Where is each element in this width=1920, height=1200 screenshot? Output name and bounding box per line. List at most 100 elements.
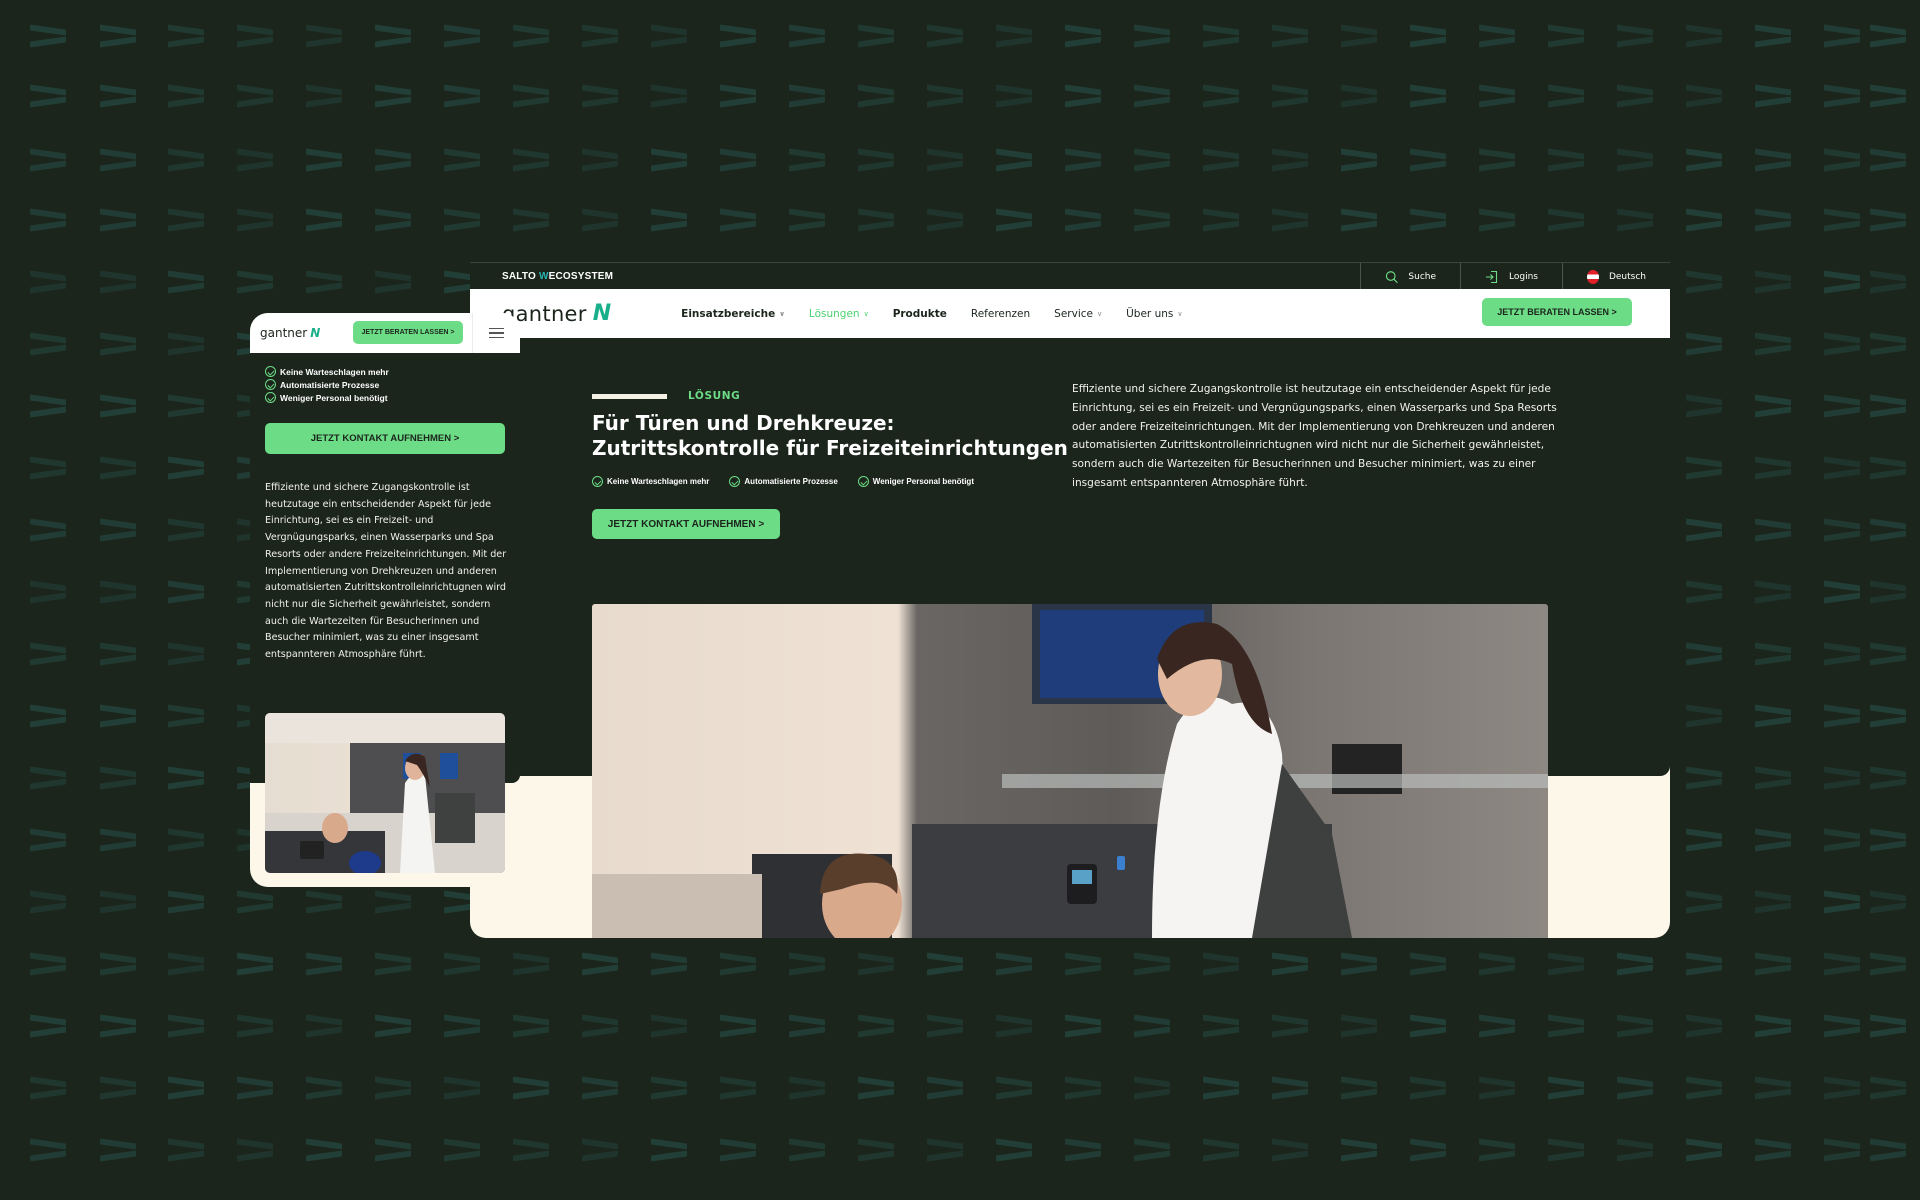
chevron-pattern-icon [789, 1076, 825, 1100]
chevron-pattern-icon [1617, 1076, 1653, 1100]
chevron-pattern-icon [582, 1076, 618, 1100]
contact-button[interactable]: JETZT KONTAKT AUFNEHMEN > [592, 509, 780, 539]
chevron-pattern-icon [237, 1014, 273, 1038]
chevron-pattern-icon [1617, 952, 1653, 976]
consultation-button[interactable]: JETZT BERATEN LASSEN > [1482, 298, 1632, 326]
chevron-pattern-icon [582, 84, 618, 108]
chevron-pattern-icon [168, 1076, 204, 1100]
chevron-down-icon: ∨ [1177, 309, 1183, 318]
chevron-pattern-icon [651, 1014, 687, 1038]
chevron-pattern-icon [996, 952, 1032, 976]
ecosystem-suffix: ECOSYSTEM [548, 270, 614, 282]
chevron-pattern-icon [1755, 332, 1791, 356]
chevron-pattern-icon [858, 208, 894, 232]
nav-item-einsatzbereiche[interactable]: Einsatzbereiche ∨ [669, 308, 797, 320]
chevron-pattern-icon [375, 270, 411, 294]
chevron-pattern-icon [100, 642, 136, 666]
chevron-pattern-icon [789, 148, 825, 172]
chevron-pattern-icon [100, 766, 136, 790]
nav-item-label: Referenzen [970, 307, 1031, 320]
nav-item-label: Produkte [892, 307, 947, 320]
chevron-pattern-icon [100, 952, 136, 976]
chevron-pattern-icon [582, 1138, 618, 1162]
hamburger-menu-icon[interactable] [472, 313, 520, 353]
check-circle-icon [729, 476, 741, 487]
mobile-consultation-button[interactable]: JETZT BERATEN LASSEN > [353, 321, 463, 344]
mobile-gantner-logo[interactable]: gantner N [260, 326, 320, 340]
nav-item-service[interactable]: Service ∨ [1042, 308, 1114, 320]
page-title: Für Türen und Drehkreuze: Zutrittskontro… [592, 411, 1068, 460]
chevron-pattern-icon [996, 84, 1032, 108]
chevron-pattern-icon [1870, 208, 1906, 232]
chevron-pattern-icon [30, 952, 66, 976]
chevron-pattern-icon [30, 394, 66, 418]
benefit-item: Weniger Personal benötigt [857, 476, 974, 487]
chevron-pattern-icon [1824, 270, 1860, 294]
chevron-pattern-icon [237, 148, 273, 172]
logins-button[interactable]: Logins [1460, 263, 1562, 290]
nav-item-über-uns[interactable]: Über uns ∨ [1114, 308, 1194, 320]
chevron-pattern-icon [1341, 952, 1377, 976]
chevron-pattern-icon [1870, 642, 1906, 666]
chevron-pattern-icon [306, 952, 342, 976]
chevron-pattern-icon [168, 766, 204, 790]
salto-ecosystem-link[interactable]: SALTO WECOSYSTEM [502, 271, 613, 282]
chevron-pattern-icon [30, 828, 66, 852]
chevron-pattern-icon [582, 24, 618, 48]
chevron-pattern-icon [1755, 394, 1791, 418]
language-selector[interactable]: Deutsch [1562, 263, 1670, 290]
chevron-pattern-icon [858, 1138, 894, 1162]
chevron-pattern-icon [1548, 84, 1584, 108]
chevron-pattern-icon [237, 1076, 273, 1100]
benefit-item: Automatisierte Prozesse [265, 379, 389, 390]
chevron-pattern-icon [1755, 1014, 1791, 1038]
chevron-pattern-icon [1548, 148, 1584, 172]
chevron-pattern-icon [927, 84, 963, 108]
chevron-pattern-icon [1755, 24, 1791, 48]
chevron-pattern-icon [237, 84, 273, 108]
chevron-pattern-icon [100, 580, 136, 604]
chevron-pattern-icon [996, 148, 1032, 172]
intro-paragraph: Effiziente und sichere Zugangskontrolle … [1072, 383, 1557, 489]
chevron-pattern-icon [375, 952, 411, 976]
chevron-pattern-icon [1548, 24, 1584, 48]
chevron-pattern-icon [1065, 952, 1101, 976]
chevron-pattern-icon [1617, 148, 1653, 172]
chevron-pattern-icon [858, 952, 894, 976]
mobile-hero-photo [265, 713, 505, 873]
chevron-pattern-icon [1134, 952, 1170, 976]
chevron-pattern-icon [1548, 208, 1584, 232]
chevron-pattern-icon [513, 24, 549, 48]
chevron-pattern-icon [1870, 580, 1906, 604]
chevron-pattern-icon [444, 84, 480, 108]
chevron-pattern-icon [1870, 456, 1906, 480]
chevron-pattern-icon [375, 24, 411, 48]
chevron-pattern-icon [30, 270, 66, 294]
benefit-item: Keine Warteschlagen mehr [592, 476, 709, 487]
logo-n-icon: N [592, 301, 612, 326]
benefit-label: Keine Warteschlagen mehr [607, 477, 710, 486]
chevron-pattern-icon [651, 208, 687, 232]
chevron-pattern-icon [1410, 1076, 1446, 1100]
chevron-pattern-icon [1824, 1138, 1860, 1162]
chevron-pattern-icon [1134, 24, 1170, 48]
chevron-pattern-icon [513, 952, 549, 976]
chevron-pattern-icon [1824, 642, 1860, 666]
chevron-pattern-icon [444, 148, 480, 172]
search-button[interactable]: Suche [1360, 263, 1460, 290]
check-circle-icon [265, 379, 276, 390]
mobile-logo-wordmark: gantner [260, 326, 308, 340]
chevron-pattern-icon [582, 1014, 618, 1038]
nav-item-lösungen[interactable]: Lösungen ∨ [797, 308, 881, 320]
mobile-contact-button[interactable]: JETZT KONTAKT AUFNEHMEN > [265, 423, 505, 454]
nav-item-produkte[interactable]: Produkte [881, 308, 959, 320]
chevron-pattern-icon [1548, 1138, 1584, 1162]
chevron-pattern-icon [168, 24, 204, 48]
nav-item-referenzen[interactable]: Referenzen [959, 308, 1042, 320]
chevron-pattern-icon [582, 208, 618, 232]
chevron-pattern-icon [1065, 1076, 1101, 1100]
austria-flag-icon [1587, 269, 1599, 284]
chevron-pattern-icon [1410, 1014, 1446, 1038]
chevron-pattern-icon [1272, 208, 1308, 232]
chevron-pattern-icon [1341, 148, 1377, 172]
